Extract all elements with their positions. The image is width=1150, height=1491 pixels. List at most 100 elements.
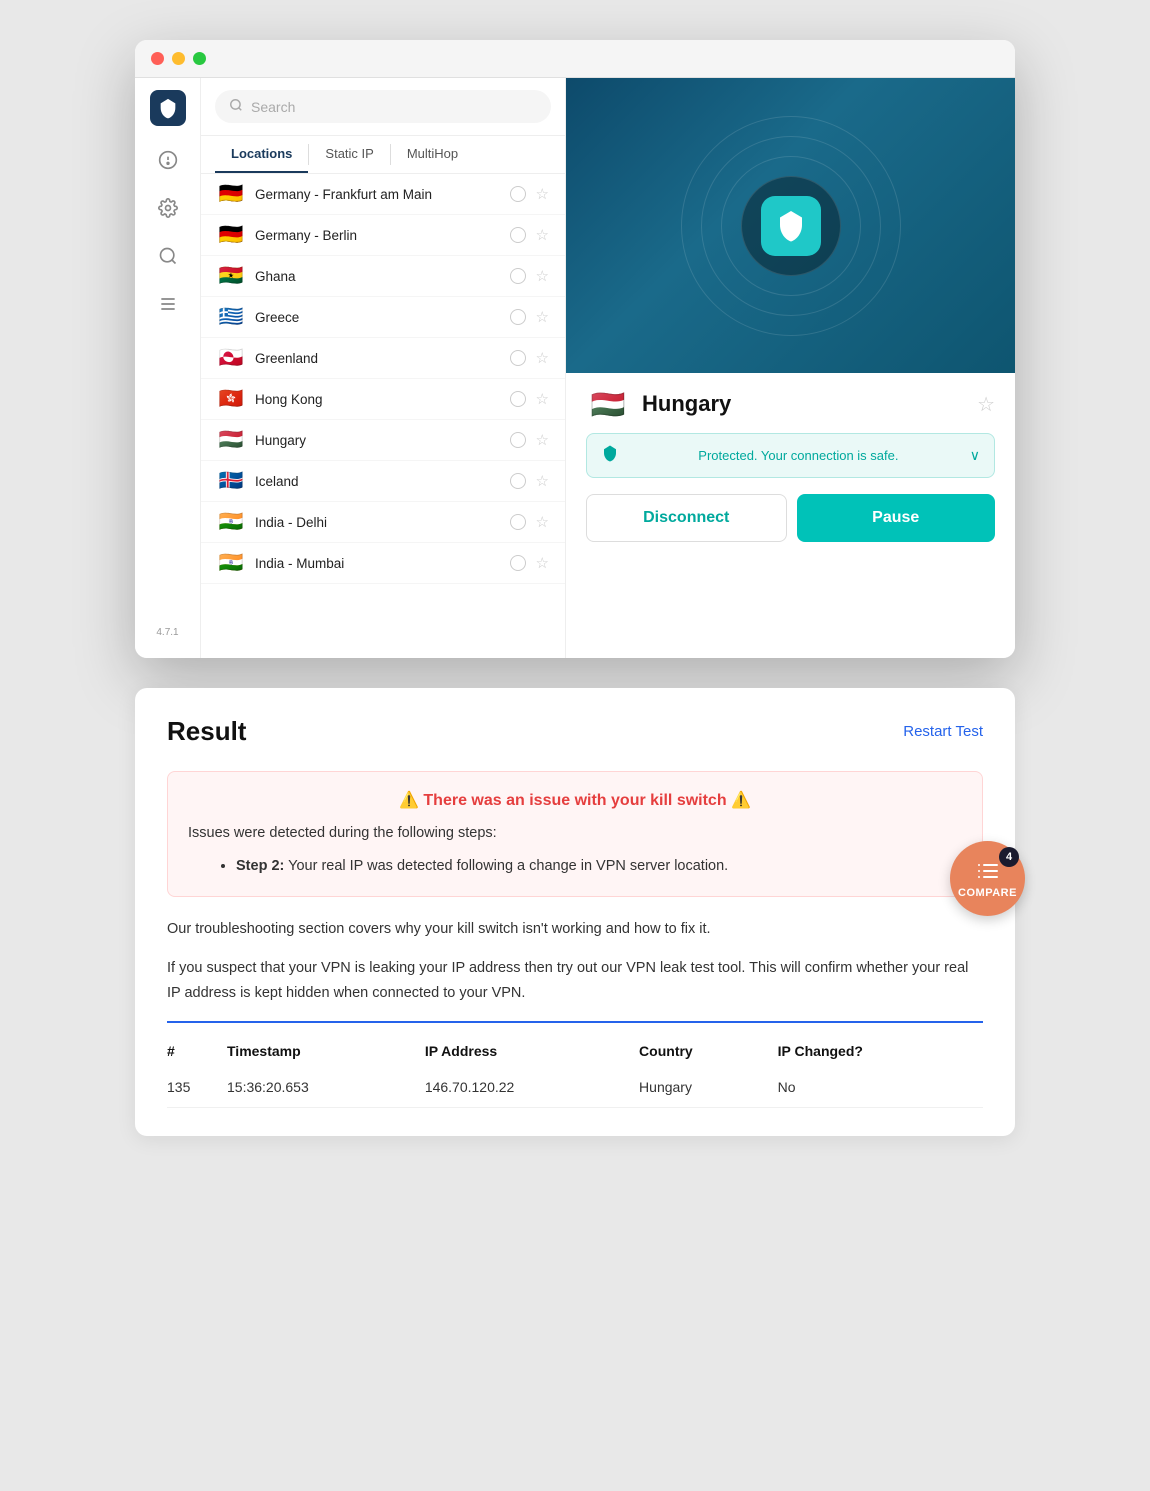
radio-in-delhi[interactable]	[510, 514, 526, 530]
result-body-2: If you suspect that your VPN is leaking …	[167, 956, 983, 1005]
version-label: 4.7.1	[156, 627, 178, 646]
connected-star[interactable]: ☆	[977, 392, 995, 417]
list-item[interactable]: 🇬🇭 Ghana ☆	[201, 256, 565, 297]
list-item[interactable]: 🇭🇰 Hong Kong ☆	[201, 379, 565, 420]
radio-hk[interactable]	[510, 391, 526, 407]
location-row: 🇭🇺 Hungary ☆	[586, 389, 995, 419]
flag-hu: 🇭🇺	[217, 430, 245, 450]
server-name-hu: Hungary	[255, 433, 500, 448]
col-header-num: #	[167, 1035, 227, 1067]
status-bar[interactable]: Protected. Your connection is safe. ∨	[586, 433, 995, 478]
result-title: Result	[167, 716, 246, 747]
radio-de-frankfurt[interactable]	[510, 186, 526, 202]
star-gh[interactable]: ☆	[536, 267, 549, 285]
app-logo[interactable]	[150, 90, 186, 126]
tab-static-ip[interactable]: Static IP	[309, 136, 389, 173]
list-item[interactable]: 🇬🇱 Greenland ☆	[201, 338, 565, 379]
sidebar-icon-alert[interactable]	[154, 146, 182, 174]
star-gr[interactable]: ☆	[536, 308, 549, 326]
sidebar-icon-settings[interactable]	[154, 194, 182, 222]
star-de-frankfurt[interactable]: ☆	[536, 185, 549, 203]
radio-in-mumbai[interactable]	[510, 555, 526, 571]
star-gl[interactable]: ☆	[536, 349, 549, 367]
search-bar	[201, 78, 565, 136]
mac-window: 4.7.1 Locations	[135, 40, 1015, 658]
connected-flag: 🇭🇺	[586, 389, 630, 419]
list-item[interactable]: 🇮🇳 India - Delhi ☆	[201, 502, 565, 543]
sidebar-icon-preferences[interactable]	[154, 290, 182, 318]
compare-badge: 4	[999, 847, 1019, 867]
server-name-hk: Hong Kong	[255, 392, 500, 407]
radio-gr[interactable]	[510, 309, 526, 325]
shield-icon	[601, 444, 619, 467]
col-header-timestamp: Timestamp	[227, 1035, 425, 1067]
right-panel: 🇭🇺 Hungary ☆ Protected. Your connection …	[566, 78, 1015, 658]
compare-button[interactable]: 4 COMPARE	[950, 841, 1025, 916]
radio-gl[interactable]	[510, 350, 526, 366]
minimize-button[interactable]	[172, 52, 185, 65]
star-hu[interactable]: ☆	[536, 431, 549, 449]
flag-hk: 🇭🇰	[217, 389, 245, 409]
server-list: 🇩🇪 Germany - Frankfurt am Main ☆ 🇩🇪 Germ…	[201, 174, 565, 658]
sidebar-icon-search[interactable]	[154, 242, 182, 270]
cell-ip: 146.70.120.22	[425, 1067, 639, 1108]
list-item[interactable]: 🇮🇸 Iceland ☆	[201, 461, 565, 502]
connected-country: Hungary	[642, 391, 977, 417]
close-button[interactable]	[151, 52, 164, 65]
list-item[interactable]: 🇩🇪 Germany - Berlin ☆	[201, 215, 565, 256]
cell-timestamp: 15:36:20.653	[227, 1067, 425, 1108]
server-name-in-delhi: India - Delhi	[255, 515, 500, 530]
radio-de-berlin[interactable]	[510, 227, 526, 243]
radio-hu[interactable]	[510, 432, 526, 448]
server-name-gl: Greenland	[255, 351, 500, 366]
flag-de-frankfurt: 🇩🇪	[217, 184, 245, 204]
star-hk[interactable]: ☆	[536, 390, 549, 408]
ripple-animation	[681, 116, 901, 336]
results-table: # Timestamp IP Address Country IP Change…	[167, 1035, 983, 1108]
list-item[interactable]: 🇮🇳 India - Mumbai ☆	[201, 543, 565, 584]
sidebar: 4.7.1	[135, 78, 201, 658]
tab-locations[interactable]: Locations	[215, 136, 308, 173]
cell-changed: No	[778, 1067, 983, 1108]
star-in-delhi[interactable]: ☆	[536, 513, 549, 531]
warning-title: ⚠️ There was an issue with your kill swi…	[188, 790, 962, 810]
server-name-gr: Greece	[255, 310, 500, 325]
tab-multihop[interactable]: MultiHop	[391, 136, 474, 173]
disconnect-button[interactable]: Disconnect	[586, 494, 787, 542]
restart-test-link[interactable]: Restart Test	[903, 723, 983, 740]
maximize-button[interactable]	[193, 52, 206, 65]
pause-button[interactable]: Pause	[797, 494, 996, 542]
warning-step-2: Step 2: Your real IP was detected follow…	[236, 855, 962, 878]
cell-num: 135	[167, 1067, 227, 1108]
col-header-ip: IP Address	[425, 1035, 639, 1067]
flag-gh: 🇬🇭	[217, 266, 245, 286]
list-item[interactable]: 🇩🇪 Germany - Frankfurt am Main ☆	[201, 174, 565, 215]
server-name-in-mumbai: India - Mumbai	[255, 556, 500, 571]
list-item[interactable]: 🇭🇺 Hungary ☆	[201, 420, 565, 461]
chevron-down-icon: ∨	[970, 447, 980, 464]
flag-in-delhi: 🇮🇳	[217, 512, 245, 532]
compare-label: COMPARE	[958, 887, 1017, 899]
status-text: Protected. Your connection is safe.	[698, 448, 898, 463]
star-in-mumbai[interactable]: ☆	[536, 554, 549, 572]
col-header-country: Country	[639, 1035, 778, 1067]
warning-box: ⚠️ There was an issue with your kill swi…	[167, 771, 983, 897]
compare-icon	[976, 859, 1000, 883]
title-bar	[135, 40, 1015, 78]
flag-gr: 🇬🇷	[217, 307, 245, 327]
flag-de-berlin: 🇩🇪	[217, 225, 245, 245]
radio-gh[interactable]	[510, 268, 526, 284]
star-de-berlin[interactable]: ☆	[536, 226, 549, 244]
step-text: Your real IP was detected following a ch…	[288, 858, 728, 874]
result-header: Result Restart Test	[167, 716, 983, 747]
table-divider	[167, 1021, 983, 1023]
radio-is[interactable]	[510, 473, 526, 489]
search-icon	[229, 98, 243, 115]
star-is[interactable]: ☆	[536, 472, 549, 490]
server-name-is: Iceland	[255, 474, 500, 489]
connected-info: 🇭🇺 Hungary ☆ Protected. Your connection …	[566, 373, 1015, 558]
cell-country: Hungary	[639, 1067, 778, 1108]
search-input[interactable]	[251, 99, 537, 115]
server-name-gh: Ghana	[255, 269, 500, 284]
list-item[interactable]: 🇬🇷 Greece ☆	[201, 297, 565, 338]
